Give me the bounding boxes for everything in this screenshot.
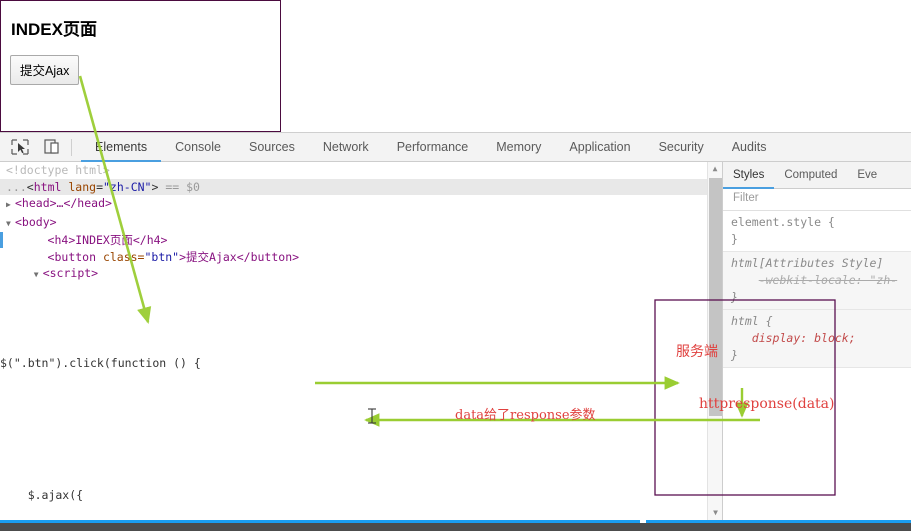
rule-close-1: } xyxy=(731,290,738,304)
annotation-server-side: 服务端 xyxy=(676,344,718,360)
equals-sign: = xyxy=(96,179,103,194)
dom-line-html[interactable]: ...<html lang="zh-CN"> == $0 xyxy=(0,178,722,195)
dom-tree-pane[interactable]: <!doctype html> ...<html lang="zh-CN"> =… xyxy=(0,162,722,520)
device-toolbar-icon[interactable] xyxy=(40,136,64,158)
tab-application[interactable]: Application xyxy=(555,133,644,162)
tab-event-listeners[interactable]: Eve xyxy=(847,162,887,189)
styles-filter-input[interactable]: Filter xyxy=(723,189,911,211)
style-rule-element-style[interactable]: element.style { } xyxy=(723,211,911,252)
collapse-triangle-down-icon-script[interactable]: ▼ xyxy=(34,267,43,284)
attr-class: class= xyxy=(102,249,145,264)
angle-open: < xyxy=(26,179,34,194)
button-tag-open: <button xyxy=(47,249,103,264)
attr-class-value: "btn" xyxy=(144,249,180,264)
tab-audits[interactable]: Audits xyxy=(718,133,781,162)
expand-triangle-right-icon[interactable]: ▶ xyxy=(6,197,15,214)
taskbar-highlight-line xyxy=(0,520,911,523)
head-tag-text: <head>…</head> xyxy=(15,196,112,210)
dom-line-h4[interactable]: <h4>INDEX页面</h4> xyxy=(0,232,722,249)
style-rule-html-attributes[interactable]: html[Attributes Style] -webkit-locale: "… xyxy=(723,252,911,310)
page-title: INDEX页面 xyxy=(11,20,97,39)
selected-node-marker: == $0 xyxy=(158,179,200,194)
submit-ajax-button[interactable]: 提交Ajax xyxy=(10,55,80,85)
browser-page-viewport: INDEX页面 提交Ajax xyxy=(0,0,281,132)
scroll-up-arrow-icon[interactable]: ▲ xyxy=(708,162,722,176)
annotation-data-to-response: data给了response参数 xyxy=(455,408,596,423)
tag-html: html xyxy=(33,179,62,194)
toolbar-divider xyxy=(71,138,72,156)
taskbar-marker-dot xyxy=(640,520,646,523)
collapse-triangle-down-icon[interactable]: ▼ xyxy=(6,216,15,233)
code-line-1: $(".btn").click(function () { xyxy=(0,352,722,374)
rule-selector-html: html { xyxy=(731,314,773,328)
h4-tag-text: <h4>INDEX页面</h4> xyxy=(47,233,168,247)
script-tag-text: <script> xyxy=(42,266,99,280)
code-line-2: $.ajax({ xyxy=(0,484,722,506)
scroll-down-arrow-icon[interactable]: ▼ xyxy=(708,506,722,520)
selected-node-bar xyxy=(0,232,3,248)
body-tag-text: <body> xyxy=(15,214,57,229)
tab-styles[interactable]: Styles xyxy=(723,162,774,189)
dom-line-doctype: <!doctype html> xyxy=(6,163,110,177)
code-l1-text: $(".btn").click(function () { xyxy=(0,356,201,370)
dom-line-head[interactable]: ▶ <head>…</head> xyxy=(0,195,722,214)
devtools-toolbar: Elements Console Sources Network Perform… xyxy=(0,133,911,162)
script-source-code[interactable]: $(".btn").click(function () { $.ajax({ u… xyxy=(0,308,722,520)
rule-decl-display-block[interactable]: display: block; xyxy=(752,331,856,345)
html-line-prefix: ... xyxy=(6,179,27,194)
rule-close-2: } xyxy=(731,348,738,362)
tab-network[interactable]: Network xyxy=(309,133,383,162)
devtools-panel: Elements Console Sources Network Perform… xyxy=(0,132,911,520)
button-tag-rest: >提交Ajax</button> xyxy=(179,249,300,264)
styles-pane: Styles Computed Eve Filter element.style… xyxy=(722,162,911,520)
tab-security[interactable]: Security xyxy=(645,133,718,162)
scrollbar-thumb[interactable] xyxy=(709,178,722,416)
dom-line-button[interactable]: <button class="btn">提交Ajax</button> xyxy=(0,249,722,266)
attr-lang: lang xyxy=(68,179,97,194)
code-l2-text: $.ajax({ xyxy=(0,488,84,502)
bottom-taskbar-strip xyxy=(0,520,911,531)
devtools-body: <!doctype html> ...<html lang="zh-CN"> =… xyxy=(0,162,911,520)
tab-sources[interactable]: Sources xyxy=(235,133,309,162)
tab-memory[interactable]: Memory xyxy=(482,133,555,162)
rule-selector-html-attributes: html[Attributes Style] xyxy=(731,256,884,270)
attr-lang-value: "zh-CN" xyxy=(103,179,152,194)
inspect-element-icon[interactable] xyxy=(8,136,32,158)
rule-selector-element-style: element.style { xyxy=(731,215,835,229)
annotation-http-response: httpresponse(data) xyxy=(699,396,835,412)
rule-close-0: } xyxy=(731,232,738,246)
dom-line-body[interactable]: ▼ <body> xyxy=(0,214,722,233)
style-rule-html[interactable]: html { display: block; } xyxy=(723,310,911,368)
dom-line-script[interactable]: ▼ <script> xyxy=(0,265,722,284)
tab-elements[interactable]: Elements xyxy=(81,133,161,162)
tab-performance[interactable]: Performance xyxy=(383,133,483,162)
styles-pane-tabs: Styles Computed Eve xyxy=(723,162,911,189)
tab-computed[interactable]: Computed xyxy=(774,162,847,189)
tab-console[interactable]: Console xyxy=(161,133,235,162)
rule-decl-webkit-locale[interactable]: -webkit-locale: "zh- xyxy=(759,273,897,287)
